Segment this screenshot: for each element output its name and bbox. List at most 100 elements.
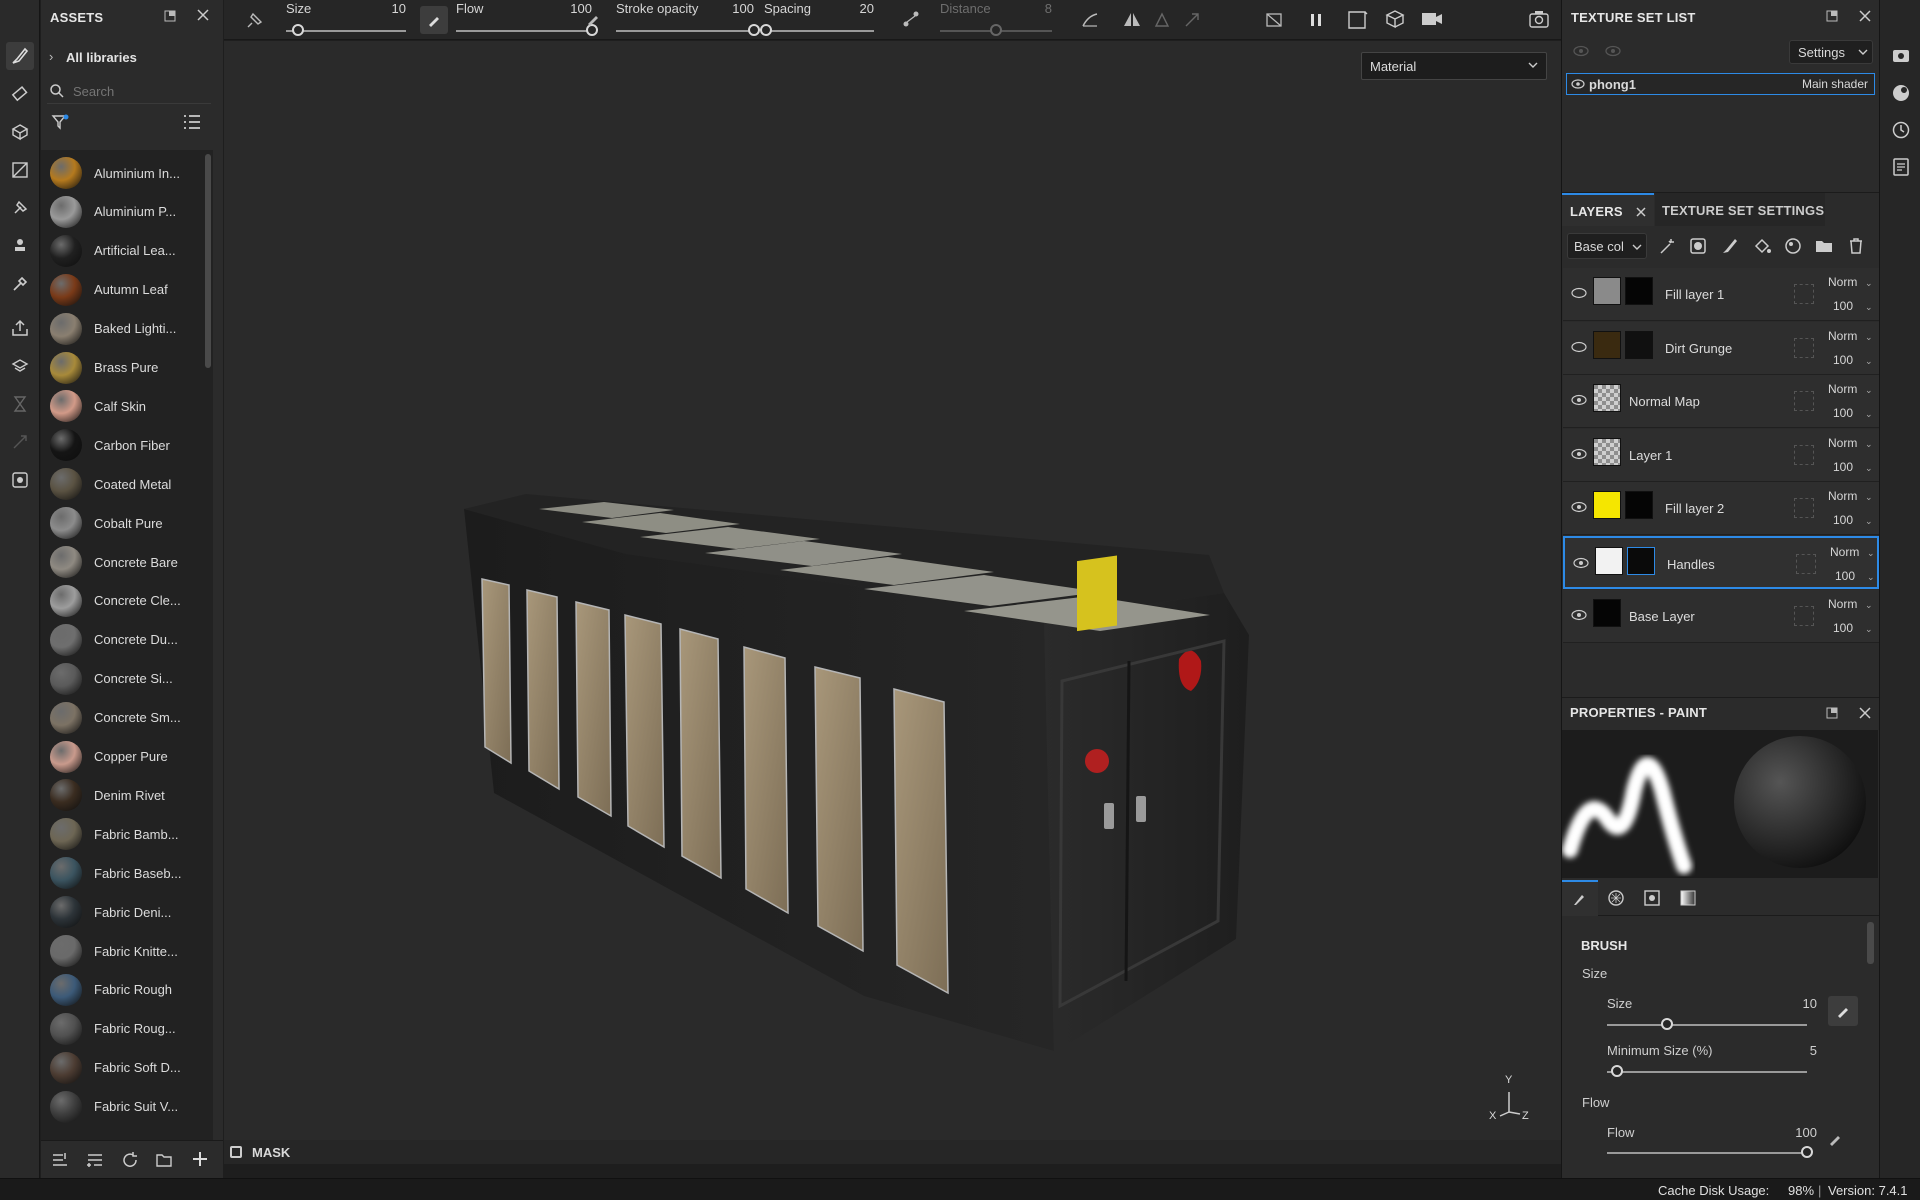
asset-list-item[interactable]: Fabric Knitte... bbox=[49, 932, 209, 970]
layer-row[interactable]: Layer 1 Norm ⌄ 100 ⌄ bbox=[1563, 428, 1879, 482]
search-input[interactable] bbox=[73, 82, 203, 100]
filter-icon[interactable] bbox=[51, 113, 69, 131]
layer-opacity[interactable]: 100 bbox=[1833, 406, 1853, 420]
hide-all-icon[interactable] bbox=[1572, 44, 1590, 58]
object-view-icon[interactable] bbox=[1384, 8, 1406, 30]
layer-opacity[interactable]: 100 bbox=[1835, 569, 1855, 583]
clone-stamp-tool-icon[interactable] bbox=[6, 232, 34, 260]
asset-list-item[interactable]: Autumn Leaf bbox=[49, 271, 209, 309]
asset-list-scrollbar[interactable] bbox=[205, 154, 211, 368]
asset-list-item[interactable]: Brass Pure bbox=[49, 349, 209, 387]
size-slider-handle[interactable] bbox=[292, 24, 304, 36]
chevron-down-icon[interactable]: ⌄ bbox=[1865, 332, 1873, 343]
layer-blend-mode[interactable]: Norm bbox=[1828, 275, 1857, 289]
screenshot-icon[interactable] bbox=[1528, 8, 1550, 30]
chevron-down-icon[interactable]: ⌄ bbox=[1867, 548, 1875, 559]
layer-row[interactable]: Dirt Grunge Norm ⌄ 100 ⌄ bbox=[1563, 321, 1879, 375]
min-size-slider-handle[interactable] bbox=[1611, 1065, 1623, 1077]
asset-list-item[interactable]: Fabric Rough bbox=[49, 971, 209, 1009]
3d-viewport[interactable]: Material Y X Z bbox=[224, 41, 1561, 1164]
viewport-2d-3d-icon[interactable] bbox=[1346, 8, 1370, 32]
eraser-tool-icon[interactable] bbox=[6, 80, 34, 108]
chevron-down-icon[interactable]: ⌄ bbox=[1865, 624, 1873, 635]
texture-set-settings-dropdown[interactable]: Settings bbox=[1789, 40, 1873, 64]
layer-blend-mode[interactable]: Norm bbox=[1828, 382, 1857, 396]
asset-list-item[interactable]: Fabric Soft D... bbox=[49, 1049, 209, 1087]
layer-row[interactable]: Handles Norm ⌄ 100 ⌄ bbox=[1563, 536, 1879, 589]
layer-blend-mode[interactable]: Norm bbox=[1828, 436, 1857, 450]
hide-ui-icon[interactable] bbox=[1264, 10, 1284, 30]
stroke-opacity-slider-handle[interactable] bbox=[748, 24, 760, 36]
asset-list-item[interactable]: Calf Skin bbox=[49, 387, 209, 425]
chevron-down-icon[interactable]: ⌄ bbox=[1865, 356, 1873, 367]
asset-list-item[interactable]: Fabric Bamb... bbox=[49, 815, 209, 853]
log-icon[interactable] bbox=[1891, 157, 1911, 177]
assets-search[interactable] bbox=[47, 80, 211, 104]
pen-pressure-flow-icon[interactable] bbox=[1828, 1132, 1842, 1146]
mirror-symmetry-icon[interactable] bbox=[1122, 10, 1142, 30]
float-panel-icon[interactable] bbox=[1826, 10, 1838, 22]
asset-list-item[interactable]: Aluminium In... bbox=[49, 154, 209, 192]
geometry-mask-tool-icon[interactable] bbox=[6, 390, 34, 418]
texture-set-item[interactable]: phong1 Main shader bbox=[1566, 73, 1875, 95]
smudge-tool-icon[interactable] bbox=[6, 194, 34, 222]
brush-size-slider-handle[interactable] bbox=[1661, 1018, 1673, 1030]
asset-list-item[interactable]: Concrete Cle... bbox=[49, 582, 209, 620]
asset-list-item[interactable]: Cobalt Pure bbox=[49, 504, 209, 542]
spacing-slider[interactable] bbox=[764, 30, 874, 32]
chevron-down-icon[interactable]: ⌄ bbox=[1865, 600, 1873, 611]
new-library-icon[interactable] bbox=[86, 1151, 104, 1169]
folder-icon[interactable] bbox=[155, 1151, 173, 1169]
add-smart-material-icon[interactable] bbox=[1783, 236, 1803, 256]
shader-settings-icon[interactable] bbox=[1891, 83, 1911, 103]
layer-blend-mode[interactable]: Norm bbox=[1828, 329, 1857, 343]
channel-select[interactable]: Base col bbox=[1567, 233, 1647, 259]
add-paint-layer-icon[interactable] bbox=[1720, 236, 1740, 256]
pause-icon[interactable] bbox=[1306, 10, 1326, 30]
asset-list-item[interactable]: Concrete Sm... bbox=[49, 699, 209, 737]
asset-list-item[interactable]: Carbon Fiber bbox=[49, 426, 209, 464]
tab-layers[interactable]: LAYERS bbox=[1562, 193, 1654, 226]
lazy-mouse-icon[interactable] bbox=[902, 10, 920, 28]
export-tool-icon[interactable] bbox=[6, 314, 34, 342]
asset-list-item[interactable]: Concrete Du... bbox=[49, 621, 209, 659]
asset-list-item[interactable]: Denim Rivet bbox=[49, 776, 209, 814]
stencil-icon[interactable] bbox=[1152, 10, 1172, 30]
import-resources-icon[interactable] bbox=[51, 1151, 69, 1169]
properties-scrollbar[interactable] bbox=[1867, 922, 1874, 964]
brush-flow-slider-handle[interactable] bbox=[1801, 1146, 1813, 1158]
add-fill-layer-icon[interactable] bbox=[1752, 236, 1772, 256]
close-icon[interactable] bbox=[1858, 706, 1872, 720]
chevron-down-icon[interactable]: ⌄ bbox=[1865, 302, 1873, 313]
history-icon[interactable] bbox=[1891, 120, 1911, 140]
polygon-fill-tool-icon[interactable] bbox=[6, 156, 34, 184]
refresh-icon[interactable] bbox=[121, 1151, 139, 1169]
alignment-icon[interactable] bbox=[1080, 10, 1100, 30]
asset-list-item[interactable]: Fabric Deni... bbox=[49, 893, 209, 931]
asset-list-item[interactable]: Baked Lighti... bbox=[49, 310, 209, 348]
paint-brush-tool-icon[interactable] bbox=[6, 42, 34, 70]
pen-pressure-flow-icon[interactable] bbox=[586, 12, 600, 26]
pen-pressure-size-toggle[interactable] bbox=[1828, 996, 1858, 1026]
distance-slider-handle[interactable] bbox=[990, 24, 1002, 36]
brush-size-slider[interactable] bbox=[1607, 1024, 1807, 1026]
asset-list-item[interactable]: Artificial Lea... bbox=[49, 232, 209, 270]
layer-blend-mode[interactable]: Norm bbox=[1828, 489, 1857, 503]
library-selector[interactable]: › All libraries bbox=[41, 44, 211, 70]
brush-flow-slider[interactable] bbox=[1607, 1152, 1807, 1154]
asset-list-item[interactable]: Fabric Roug... bbox=[49, 1010, 209, 1048]
asset-list-item[interactable]: Concrete Bare bbox=[49, 543, 209, 581]
stencil-tab-icon[interactable] bbox=[1644, 890, 1660, 906]
mask-toggle-checkbox[interactable] bbox=[230, 1146, 242, 1158]
close-icon[interactable] bbox=[196, 8, 210, 22]
layer-row[interactable]: Fill layer 1 Norm ⌄ 100 ⌄ bbox=[1563, 268, 1879, 321]
flow-slider[interactable] bbox=[456, 30, 592, 32]
add-folder-icon[interactable] bbox=[1814, 236, 1834, 256]
visibility-eye-icon[interactable] bbox=[1571, 341, 1587, 353]
visibility-eye-icon[interactable] bbox=[1571, 609, 1587, 621]
layer-row[interactable]: Fill layer 2 Norm ⌄ 100 ⌄ bbox=[1563, 482, 1879, 536]
asset-list-item[interactable]: Fabric Baseb... bbox=[49, 854, 209, 892]
chevron-down-icon[interactable]: ⌄ bbox=[1865, 516, 1873, 527]
delete-layer-icon[interactable] bbox=[1846, 236, 1866, 256]
chevron-down-icon[interactable]: ⌄ bbox=[1865, 492, 1873, 503]
